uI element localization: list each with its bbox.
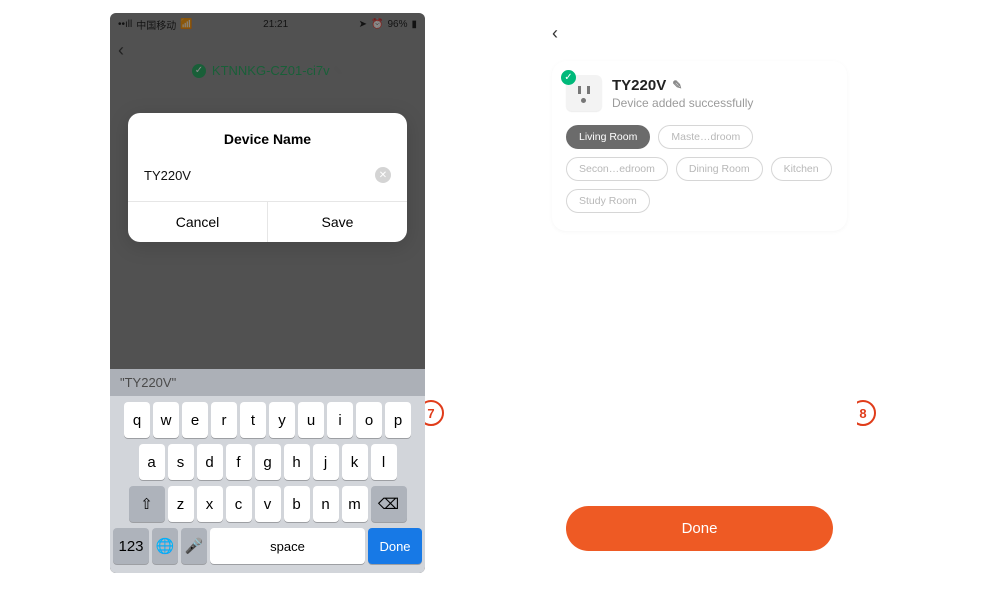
key-d[interactable]: d xyxy=(197,444,223,480)
key-n[interactable]: n xyxy=(313,486,339,522)
keyboard: "TY220V" qwertyuiop asdfghjkl ⇧zxcvbnm⌫ … xyxy=(110,369,425,573)
suggestion-bar[interactable]: "TY220V" xyxy=(110,369,425,396)
back-icon[interactable]: ‹ xyxy=(552,23,558,44)
cancel-button[interactable]: Cancel xyxy=(128,202,268,242)
phone-rename-device: ••ıll中国移动📶 21:21 ➤⏰96%▮ ‹ ✓ KTNNKG-CZ01-… xyxy=(110,13,425,573)
nav-bar: ‹ xyxy=(542,13,857,53)
key-r[interactable]: r xyxy=(211,402,237,438)
save-button[interactable]: Save xyxy=(268,202,407,242)
device-name-label: TY220V xyxy=(612,77,666,94)
key-done[interactable]: Done xyxy=(368,528,422,564)
done-button[interactable]: Done xyxy=(566,506,833,551)
plug-icon: ✓ xyxy=(566,75,602,111)
key-b[interactable]: b xyxy=(284,486,310,522)
key-s[interactable]: s xyxy=(168,444,194,480)
keyboard-row-3: ⇧zxcvbnm⌫ xyxy=(113,486,422,522)
key-g[interactable]: g xyxy=(255,444,281,480)
device-card: ✓ TY220V ✎ Device added successfully Liv… xyxy=(552,61,847,231)
name-input[interactable]: TY220V ✕ xyxy=(128,159,407,201)
key-f[interactable]: f xyxy=(226,444,252,480)
key-i[interactable]: i xyxy=(327,402,353,438)
key-z[interactable]: z xyxy=(168,486,194,522)
key-j[interactable]: j xyxy=(313,444,339,480)
phone-device-added: ‹ ✓ TY220V ✎ Device added successfully L… xyxy=(542,13,857,573)
mic-icon[interactable]: 🎤 xyxy=(181,528,207,564)
key-t[interactable]: t xyxy=(240,402,266,438)
key-p[interactable]: p xyxy=(385,402,411,438)
key-l[interactable]: l xyxy=(371,444,397,480)
key-c[interactable]: c xyxy=(226,486,252,522)
key-m[interactable]: m xyxy=(342,486,368,522)
key-o[interactable]: o xyxy=(356,402,382,438)
room-chip[interactable]: Study Room xyxy=(566,189,650,213)
key-q[interactable]: q xyxy=(124,402,150,438)
backspace-icon[interactable]: ⌫ xyxy=(371,486,407,522)
dialog-title: Device Name xyxy=(128,113,407,159)
key-h[interactable]: h xyxy=(284,444,310,480)
keyboard-row-4: 123 🌐 🎤 space Done xyxy=(113,528,422,564)
key-space[interactable]: space xyxy=(210,528,365,564)
device-name-row[interactable]: TY220V ✎ xyxy=(612,77,753,94)
key-x[interactable]: x xyxy=(197,486,223,522)
key-e[interactable]: e xyxy=(182,402,208,438)
globe-icon[interactable]: 🌐 xyxy=(152,528,178,564)
key-k[interactable]: k xyxy=(342,444,368,480)
shift-icon[interactable]: ⇧ xyxy=(129,486,165,522)
key-y[interactable]: y xyxy=(269,402,295,438)
device-subtitle: Device added successfully xyxy=(612,96,753,110)
key-v[interactable]: v xyxy=(255,486,281,522)
room-chip[interactable]: Living Room xyxy=(566,125,650,149)
keyboard-row-1: qwertyuiop xyxy=(113,402,422,438)
room-chip-group: Living Room Maste…droom Secon…edroom Dining… xyxy=(566,125,833,213)
rename-dialog: Device Name TY220V ✕ Cancel Save xyxy=(128,113,407,242)
key-u[interactable]: u xyxy=(298,402,324,438)
keyboard-row-2: asdfghjkl xyxy=(113,444,422,480)
key-123[interactable]: 123 xyxy=(113,528,149,564)
pencil-icon[interactable]: ✎ xyxy=(672,78,682,92)
check-icon: ✓ xyxy=(561,70,576,85)
clear-icon[interactable]: ✕ xyxy=(375,167,391,183)
room-chip[interactable]: Dining Room xyxy=(676,157,763,181)
name-input-value: TY220V xyxy=(144,168,375,183)
room-chip[interactable]: Maste…droom xyxy=(658,125,753,149)
room-chip[interactable]: Secon…edroom xyxy=(566,157,668,181)
key-a[interactable]: a xyxy=(139,444,165,480)
key-w[interactable]: w xyxy=(153,402,179,438)
room-chip[interactable]: Kitchen xyxy=(771,157,832,181)
